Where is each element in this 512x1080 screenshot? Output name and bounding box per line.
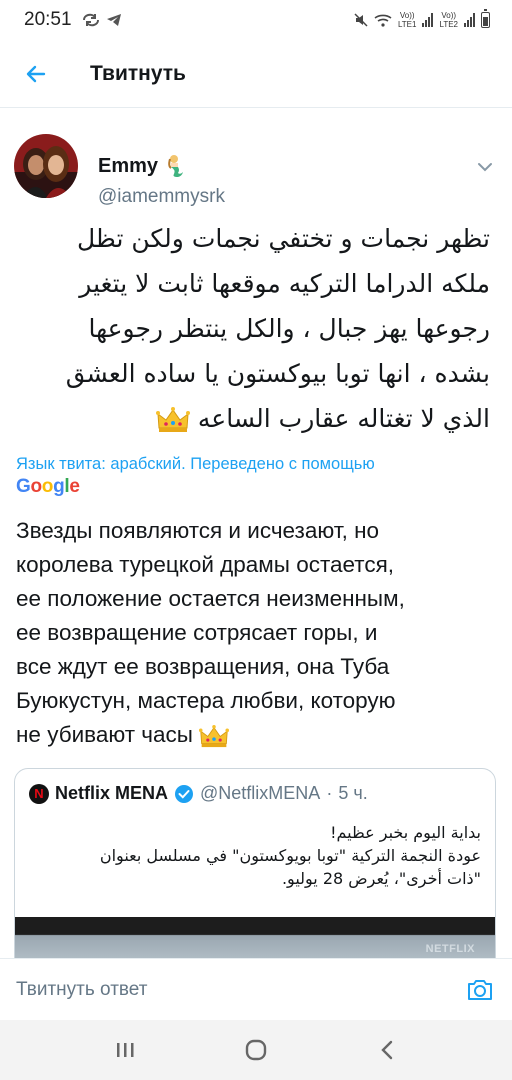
translated-text-line-last: не убивают часы (16, 718, 496, 752)
chevron-left-icon (380, 1040, 392, 1060)
quoted-tweet-text: بداية اليوم بخبر عظيم! عودة النجمة الترك… (29, 821, 481, 890)
status-system-icons: Vo)) LTE1 Vo)) LTE2 (354, 9, 490, 29)
status-bar: 20:51 Vo)) LTE1 Vo)) LTE2 (0, 0, 512, 40)
translated-text-line: Буюкустун, мастера любви, которую (16, 688, 396, 713)
tweet-text-line: تظهر نجمات و تختفي نجمات ولكن تظل (77, 224, 490, 253)
netflix-avatar: N (29, 783, 49, 804)
app-header: Твитнуть (0, 40, 512, 108)
camera-icon (468, 979, 492, 1000)
tweet-text-line: ملكه الدراما التركيه موقعها ثابت لا يتغي… (79, 269, 490, 298)
avatar[interactable] (14, 134, 78, 198)
home-icon (245, 1039, 267, 1061)
page-title: Твитнуть (90, 61, 186, 85)
translated-by-label[interactable]: Язык твита: арабский. Переведено с помощ… (16, 454, 500, 474)
verified-badge-icon (175, 784, 194, 803)
translated-text-line: ее возвращение сотрясает горы, и (16, 620, 378, 645)
translated-text-line: Звезды появляются и исчезают, но (16, 518, 380, 543)
tweet-text-line-last: الذي لا تغتاله عقارب الساعه (20, 396, 490, 441)
quoted-tweet-card[interactable]: N Netflix MENA @NetflixMENA · 5 ч. بداية… (14, 768, 496, 958)
quoted-media-preview[interactable]: NETFLIX (15, 917, 495, 958)
recent-apps-icon (117, 1043, 134, 1057)
author-name[interactable]: Emmy (98, 155, 158, 178)
author-handle[interactable]: @iamemmysrk (98, 186, 225, 208)
quoted-author-handle: @NetflixMENA (200, 783, 321, 803)
translated-text: Звезды появляются и исчезают, но королев… (16, 514, 496, 752)
camera-button[interactable] (464, 974, 496, 1006)
signal-icon-2 (464, 13, 475, 27)
system-nav-bar (0, 1020, 512, 1080)
quoted-tweet-header: N Netflix MENA @NetflixMENA · 5 ч. (29, 783, 481, 804)
author-name-wrap[interactable]: Emmy (98, 154, 186, 178)
translated-text-line: королева турецкой драмы остается, (16, 552, 395, 577)
battery-icon (481, 9, 490, 28)
arrow-left-icon (26, 65, 46, 82)
back-button[interactable] (0, 40, 72, 108)
status-time: 20:51 (24, 9, 72, 30)
quoted-text-line: بداية اليوم بخبر عظيم! (330, 823, 481, 842)
google-logo: Google (16, 476, 80, 497)
media-watermark: NETFLIX (425, 943, 475, 955)
quoted-author-name: Netflix MENA (55, 783, 169, 803)
reply-input[interactable]: Твитнуть ответ (16, 979, 464, 1001)
telegram-icon (106, 14, 121, 26)
quoted-time: 5 ч. (338, 783, 368, 803)
mute-icon (354, 13, 368, 27)
back-nav-button[interactable] (357, 1020, 417, 1080)
tweet-menu-button[interactable] (476, 158, 494, 177)
crown-emoji-icon (199, 724, 230, 747)
reply-bar: Твитнуть ответ (0, 958, 512, 1020)
home-button[interactable] (226, 1020, 286, 1080)
tweet-text-line: رجوعها يهز جبال ، والكل ينتظر رجوعها (88, 314, 490, 343)
signal-icon-1 (422, 13, 434, 27)
tweet-text: تظهر نجمات و تختفي نجمات ولكن تظل ملكه ا… (20, 216, 490, 441)
tweet-text-line: بشده ، انها توبا بيوكستون يا ساده العشق (65, 359, 490, 388)
chevron-down-icon (478, 163, 492, 172)
separator-dot: · (326, 783, 333, 803)
quoted-text-line: "ذات أخرى"، يُعرض 28 يوليو. (281, 869, 481, 888)
translated-text-line: все ждут ее возвращения, она Туба (16, 654, 390, 679)
sync-icon (82, 13, 99, 27)
sim1-indicator: Vo)) LTE1 (397, 11, 417, 29)
tweet-author: Emmy @iamemmysrk (14, 128, 498, 208)
translated-text-line: ее положение остается неизменным, (16, 586, 405, 611)
mermaid-emoji-icon (168, 155, 184, 177)
crown-emoji-icon (155, 407, 190, 432)
sim2-indicator: Vo)) LTE2 (439, 11, 458, 29)
quoted-text-line: عودة النجمة التركية "توبا بويوكستون" في … (99, 846, 481, 865)
tweet-detail: Emmy @iamemmysrk تظهر نجمات و تختفي نجما… (0, 108, 512, 958)
recent-apps-button[interactable] (95, 1020, 155, 1080)
status-notification-icons (82, 13, 122, 27)
wifi-icon (374, 14, 392, 27)
